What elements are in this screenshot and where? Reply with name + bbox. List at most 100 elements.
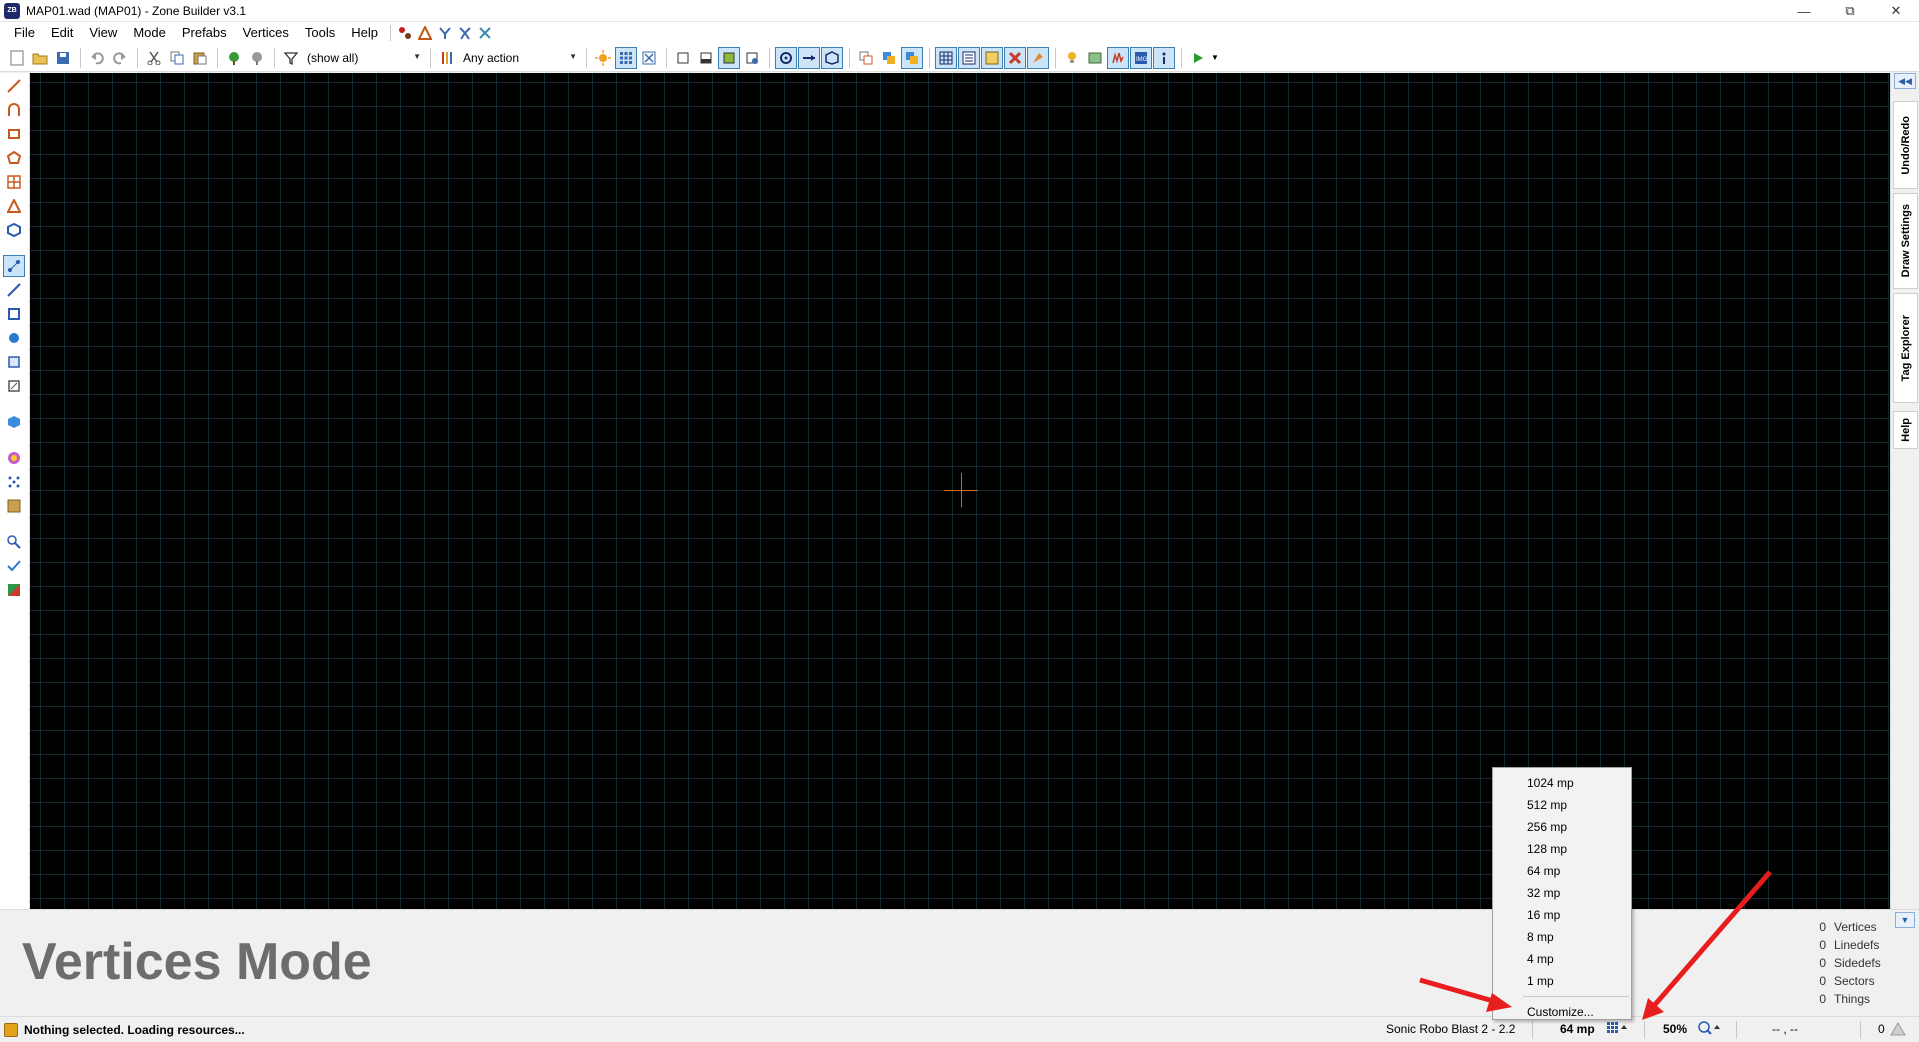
docker-collapse-icon[interactable]: ◀◀ [1894,73,1916,89]
draw-curve-icon[interactable] [3,99,25,121]
fullbright-icon[interactable] [592,47,614,69]
grid-option-1024[interactable]: 1024 mp [1493,772,1631,794]
close-button[interactable]: ✕ [1873,0,1919,22]
new-map-icon[interactable] [6,47,28,69]
draw-ellipse-icon[interactable] [3,147,25,169]
snap-to-grid-icon[interactable] [638,47,660,69]
filter-icon[interactable] [280,47,302,69]
textures-list-icon[interactable] [958,46,980,69]
menu-file[interactable]: File [6,22,43,44]
split-vertex-icon[interactable] [395,23,415,43]
copy-properties-icon[interactable] [855,47,877,69]
menu-prefabs[interactable]: Prefabs [174,22,235,44]
grid-option-128[interactable]: 128 mp [1493,838,1631,860]
menu-tools[interactable]: Tools [297,22,343,44]
insert-previous-prefab-icon[interactable] [246,47,268,69]
menu-edit[interactable]: Edit [43,22,81,44]
grid-option-16[interactable]: 16 mp [1493,904,1631,926]
open-map-icon[interactable] [29,47,51,69]
tab-draw-settings[interactable]: Draw Settings [1893,193,1918,289]
edit-selection-icon[interactable] [3,375,25,397]
info-panel-icon[interactable] [1153,46,1175,69]
linedefs-mode-icon[interactable] [3,279,25,301]
info-panel-toggle-icon[interactable]: ▼ [1895,912,1915,928]
menu-mode[interactable]: Mode [125,22,174,44]
test-tool-icon[interactable] [1027,46,1049,69]
sectors-mode-icon[interactable] [3,303,25,325]
menu-view[interactable]: View [81,22,125,44]
view-floor-icon[interactable] [718,46,740,69]
zoom-value: 50% [1663,1022,1688,1036]
paste-properties-options-icon[interactable] [901,46,923,69]
tab-label: Undo/Redo [1899,115,1912,175]
grid-option-4[interactable]: 4 mp [1493,948,1631,970]
error-check-icon[interactable] [1004,46,1026,69]
find-replace-icon[interactable] [3,531,25,553]
draw-grid-icon[interactable] [3,171,25,193]
redo-icon[interactable] [109,47,131,69]
3d-view-icon[interactable] [821,46,843,69]
make-sectors-icon[interactable] [3,351,25,373]
draw-triangle-icon[interactable] [3,195,25,217]
draw-rectangle-icon[interactable] [3,123,25,145]
rotate-icon[interactable] [475,23,495,43]
grid-option-1[interactable]: 1 mp [1493,970,1631,992]
tab-tag-explorer[interactable]: Tag Explorer [1893,293,1918,403]
menu-help[interactable]: Help [343,22,386,44]
test-map-play-icon[interactable] [1187,47,1209,69]
play-options-chevron-icon[interactable]: ▼ [1210,47,1220,69]
texture-alignment-icon[interactable] [3,495,25,517]
lightbulb-icon[interactable] [1061,47,1083,69]
branch-icon[interactable] [435,23,455,43]
linedefs-direction-icon[interactable] [798,46,820,69]
warnings-icon[interactable] [1890,1021,1906,1040]
image-export-icon[interactable] [3,579,25,601]
vertices-mode-icon[interactable] [3,255,25,277]
menu-vertices[interactable]: Vertices [235,22,297,44]
grid-option-512[interactable]: 512 mp [1493,794,1631,816]
grid-option-256[interactable]: 256 mp [1493,816,1631,838]
view-ceiling-icon[interactable] [741,47,763,69]
merge-icon[interactable] [455,23,475,43]
visual-mode-icon[interactable] [3,411,25,433]
map-analysis-check-icon[interactable] [3,555,25,577]
grid-option-32[interactable]: 32 mp [1493,882,1631,904]
insert-prefab-icon[interactable] [223,47,245,69]
minimize-button[interactable]: — [1781,0,1827,22]
things-mode-left-icon[interactable] [3,327,25,349]
menu-separator [390,25,392,41]
things-mode-icon[interactable] [775,46,797,69]
flats-browser-icon[interactable] [981,46,1003,69]
save-map-icon[interactable] [52,47,74,69]
toggle-grid-icon[interactable] [615,46,637,69]
map-options-icon[interactable] [1084,47,1106,69]
action-filter-dropdown[interactable]: Any action ▼ [459,48,581,68]
paste-icon[interactable] [189,47,211,69]
copy-icon[interactable] [166,47,188,69]
sound-propagation-icon[interactable] [3,471,25,493]
chevron-down-icon: ▼ [413,51,421,61]
grid-option-64[interactable]: 64 mp [1493,860,1631,882]
script-editor-icon[interactable] [1107,46,1129,69]
grid-setup-icon[interactable] [935,46,957,69]
tab-undo-redo[interactable]: Undo/Redo [1893,101,1918,189]
color-picker-icon[interactable] [3,447,25,469]
paste-properties-icon[interactable] [878,47,900,69]
window-title: MAP01.wad (MAP01) - Zone Builder v3.1 [26,3,247,18]
grid-customize-item[interactable]: Customize... [1493,1001,1631,1023]
draw-lines-icon[interactable] [3,75,25,97]
view-brightness-icon[interactable] [695,47,717,69]
zoom-button[interactable] [1697,1020,1721,1039]
tab-help[interactable]: Help [1893,411,1918,449]
restore-button[interactable]: ⧉ [1827,0,1873,22]
status-message: Nothing selected. Loading resources... [24,1022,245,1037]
draw-polygon-icon[interactable] [3,219,25,241]
cut-icon[interactable] [143,47,165,69]
things-filter-dropdown[interactable]: (show all) ▼ [303,48,425,68]
view-normal-icon[interactable] [672,47,694,69]
linedef-color-presets-icon[interactable] [436,47,458,69]
image-editor-icon[interactable]: IMG [1130,46,1152,69]
grid-option-8[interactable]: 8 mp [1493,926,1631,948]
triangle-tool-icon[interactable] [415,23,435,43]
undo-icon[interactable] [86,47,108,69]
